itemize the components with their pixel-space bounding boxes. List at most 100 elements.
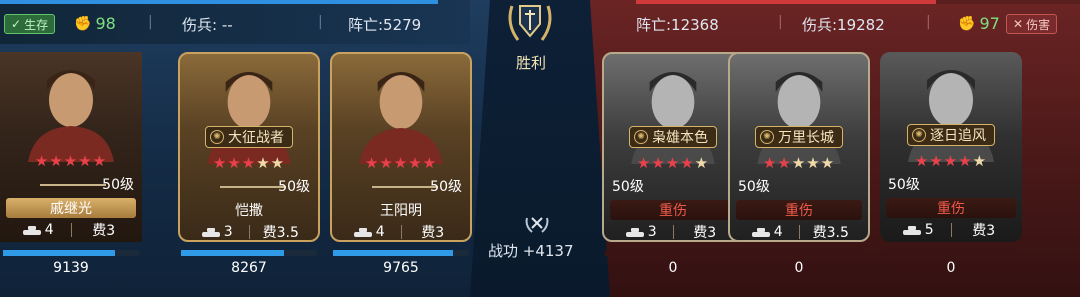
trait-label: 大征战者 bbox=[228, 130, 284, 146]
general-trait-tag: ✺ 大征战者 bbox=[205, 126, 293, 148]
general-name: 王阳明 bbox=[380, 203, 422, 219]
star-rating: ★★★★★ bbox=[365, 154, 437, 172]
troop-count-value: 4 bbox=[44, 222, 54, 238]
troop-count: 4 bbox=[6, 220, 71, 240]
enemy-morale-value: 97 bbox=[979, 14, 1000, 33]
general-stats-row: 4 费3 bbox=[6, 220, 136, 240]
enemy-wounded: 伤兵:19282 bbox=[802, 16, 885, 34]
general-trait-tag: ✺ 逐日追风 bbox=[907, 124, 995, 146]
enemy-general-card[interactable]: ✺ 万里长城 ★★★★★ 50级 重伤 4 费3.5 bbox=[728, 52, 870, 242]
merit-label: 战功 +4137 bbox=[488, 242, 574, 260]
star-icon: ★ bbox=[227, 154, 242, 172]
enemy-general-card[interactable]: ✺ 枭雄本色 ★★★★★ 50级 重伤 3 费3 bbox=[602, 52, 744, 242]
star-icon: ★ bbox=[777, 154, 792, 172]
star-rating: ★★★★★ bbox=[213, 154, 285, 172]
star-rating: ★★★★★ bbox=[35, 152, 107, 170]
general-level: 50级 bbox=[430, 179, 462, 195]
merit-icon bbox=[525, 217, 549, 233]
tank-icon bbox=[22, 225, 41, 235]
general-level: 50级 bbox=[102, 177, 134, 193]
general-name: 戚继光 bbox=[6, 198, 136, 218]
star-icon: ★ bbox=[762, 154, 778, 172]
tank-icon bbox=[751, 227, 770, 237]
ally-general-card[interactable]: ★★★★★ 50级 戚继光 4 费3 bbox=[0, 52, 142, 242]
star-icon: ★ bbox=[929, 152, 944, 170]
tank-icon bbox=[353, 227, 372, 237]
star-icon: ★ bbox=[34, 152, 50, 170]
general-name: 恺撒 bbox=[235, 203, 263, 219]
star-icon: ★ bbox=[270, 154, 286, 172]
troop-count: 5 bbox=[886, 220, 951, 240]
general-hp-bar bbox=[605, 250, 741, 256]
enemy-general-card[interactable]: ✺ 逐日追风 ★★★★★ 50级 重伤 5 费3 bbox=[880, 52, 1022, 242]
star-icon: ★ bbox=[791, 154, 807, 172]
general-stats-row: 4 费3 bbox=[338, 222, 464, 240]
troop-count-value: 4 bbox=[375, 224, 385, 240]
star-icon: ★ bbox=[958, 152, 973, 170]
star-icon: ★ bbox=[63, 152, 79, 170]
fist-icon: ✊ bbox=[74, 15, 92, 32]
injury-status: 重伤 bbox=[610, 200, 736, 220]
trait-label: 逐日追风 bbox=[930, 128, 986, 144]
general-hp-value: 8267 bbox=[231, 260, 267, 276]
general-hp-value: 0 bbox=[946, 260, 956, 276]
star-icon: ★ bbox=[241, 154, 257, 172]
ally-total-hp-bar bbox=[0, 0, 438, 4]
troop-count-value: 3 bbox=[647, 224, 657, 240]
general-hp-bar bbox=[333, 250, 469, 256]
general-hp-bar bbox=[181, 250, 317, 256]
ally-wounded: 伤兵: -- bbox=[182, 16, 233, 34]
troop-count: 4 bbox=[338, 222, 401, 240]
ally-morale-value: 98 bbox=[95, 14, 116, 33]
survive-badge: ✓ 生存 bbox=[4, 14, 56, 34]
star-icon: ★ bbox=[806, 154, 821, 172]
star-icon: ★ bbox=[393, 154, 409, 172]
ally-general-card[interactable]: ★★★★★ 50级 王阳明 4 费3 bbox=[330, 52, 472, 242]
tank-icon bbox=[201, 227, 220, 237]
general-level: 50级 bbox=[738, 179, 770, 195]
survive-label: 生存 bbox=[24, 17, 49, 32]
star-icon: ★ bbox=[943, 152, 959, 170]
general-cost: 费3 bbox=[693, 225, 717, 241]
trait-emblem-icon: ✺ bbox=[634, 130, 648, 144]
general-cost: 费3.5 bbox=[812, 225, 849, 241]
injury-status: 重伤 bbox=[736, 200, 862, 220]
general-hp-value: 0 bbox=[668, 260, 678, 276]
divider: | bbox=[778, 14, 783, 30]
general-stats-row: 4 费3.5 bbox=[736, 222, 862, 241]
general-portrait bbox=[332, 54, 470, 164]
general-hp-bar bbox=[3, 250, 139, 256]
general-hp-fill bbox=[333, 250, 453, 256]
star-icon: ★ bbox=[92, 152, 108, 170]
troop-count-value: 5 bbox=[924, 222, 934, 238]
star-rating: ★★★★★ bbox=[637, 154, 709, 172]
general-trait-tag: ✺ 枭雄本色 bbox=[629, 126, 717, 148]
star-icon: ★ bbox=[651, 154, 666, 172]
enemy-morale: ✊ 97 bbox=[958, 14, 1000, 33]
star-icon: ★ bbox=[422, 154, 438, 172]
ally-dead: 阵亡:5279 bbox=[348, 16, 422, 34]
ally-general-card[interactable]: ✺ 大征战者 ★★★★★ 50级 恺撒 3 费3.5 bbox=[178, 52, 320, 242]
star-icon: ★ bbox=[636, 154, 652, 172]
star-icon: ★ bbox=[665, 154, 681, 172]
cross-icon: ✕ bbox=[1013, 17, 1024, 31]
general-cost: 费3 bbox=[92, 223, 116, 239]
victory-label: 胜利 bbox=[516, 54, 547, 72]
rank-underline bbox=[220, 186, 286, 188]
star-icon: ★ bbox=[914, 152, 930, 170]
general-cost: 费3 bbox=[972, 223, 996, 239]
star-rating: ★★★★★ bbox=[763, 154, 835, 172]
general-hp-value: 0 bbox=[794, 260, 804, 276]
troop-count-value: 4 bbox=[773, 224, 783, 240]
divider: | bbox=[148, 14, 153, 30]
general-hp-value: 9765 bbox=[383, 260, 419, 276]
star-icon: ★ bbox=[256, 154, 271, 172]
trait-emblem-icon: ✺ bbox=[760, 130, 774, 144]
general-cost: 费3.5 bbox=[262, 225, 299, 241]
general-hp-fill bbox=[181, 250, 285, 256]
enemy-dead: 阵亡:12368 bbox=[636, 16, 719, 34]
star-icon: ★ bbox=[408, 154, 423, 172]
star-icon: ★ bbox=[212, 154, 228, 172]
harm-label: 伤害 bbox=[1026, 17, 1051, 32]
troop-count: 3 bbox=[186, 222, 249, 240]
